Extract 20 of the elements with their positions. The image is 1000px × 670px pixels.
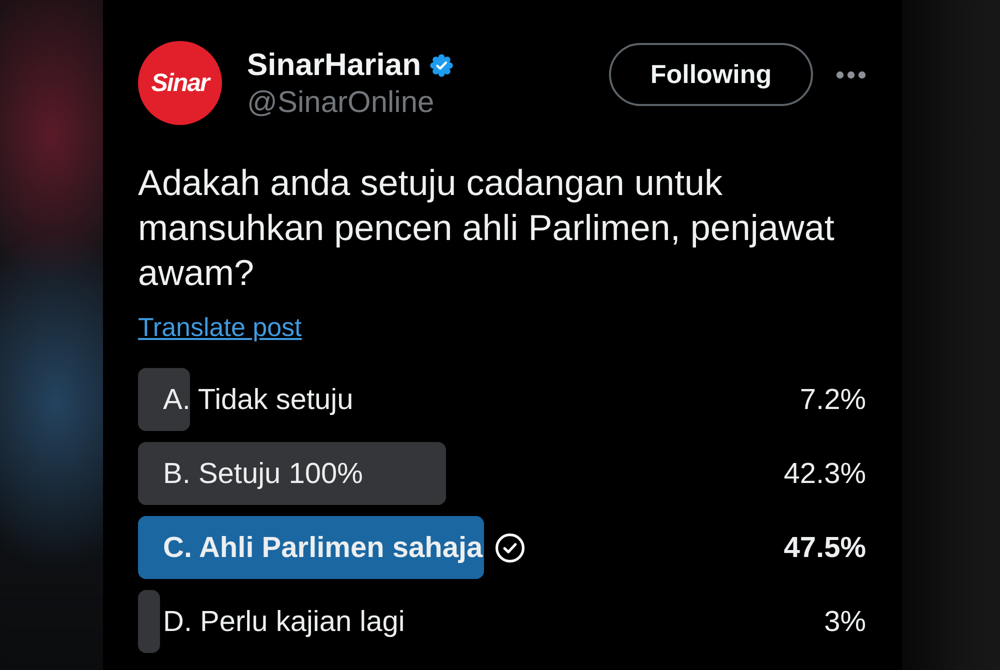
poll-percent: 7.2% xyxy=(800,382,866,418)
poll-option-label: B. Setuju 100% xyxy=(163,456,363,492)
poll-option-track[interactable]: C. Ahli Parlimen sahaja 47.5% xyxy=(138,516,866,579)
poll-percent: 3% xyxy=(824,604,866,640)
avatar-logo[interactable]: Sinar xyxy=(138,41,222,125)
poll-option-label: C. Ahli Parlimen sahaja xyxy=(163,530,483,566)
more-icon[interactable] xyxy=(836,71,866,79)
author-name[interactable]: SinarHarian xyxy=(247,46,422,84)
poll-option-track[interactable]: B. Setuju 100% 42.3% xyxy=(138,442,866,505)
author-handle[interactable]: @SinarOnline xyxy=(247,84,454,122)
following-button[interactable]: Following xyxy=(609,43,813,106)
poll-option-track[interactable]: A. Tidak setuju 7.2% xyxy=(138,368,866,431)
post-text: Adakah anda setuju cadangan untuk mansuhkan pencen ahli Parlimen, penjawat awam? xyxy=(138,161,836,295)
logo-text: Sinar xyxy=(151,70,209,96)
poll-percent: 42.3% xyxy=(784,456,866,492)
poll-option-label: D. Perlu kajian lagi xyxy=(163,604,405,640)
poll-percent: 47.5% xyxy=(784,530,866,566)
poll-option-label: A. Tidak setuju xyxy=(163,382,354,418)
translate-link[interactable]: Translate post xyxy=(138,312,302,342)
poll-option-track[interactable]: D. Perlu kajian lagi 3% xyxy=(138,590,866,653)
